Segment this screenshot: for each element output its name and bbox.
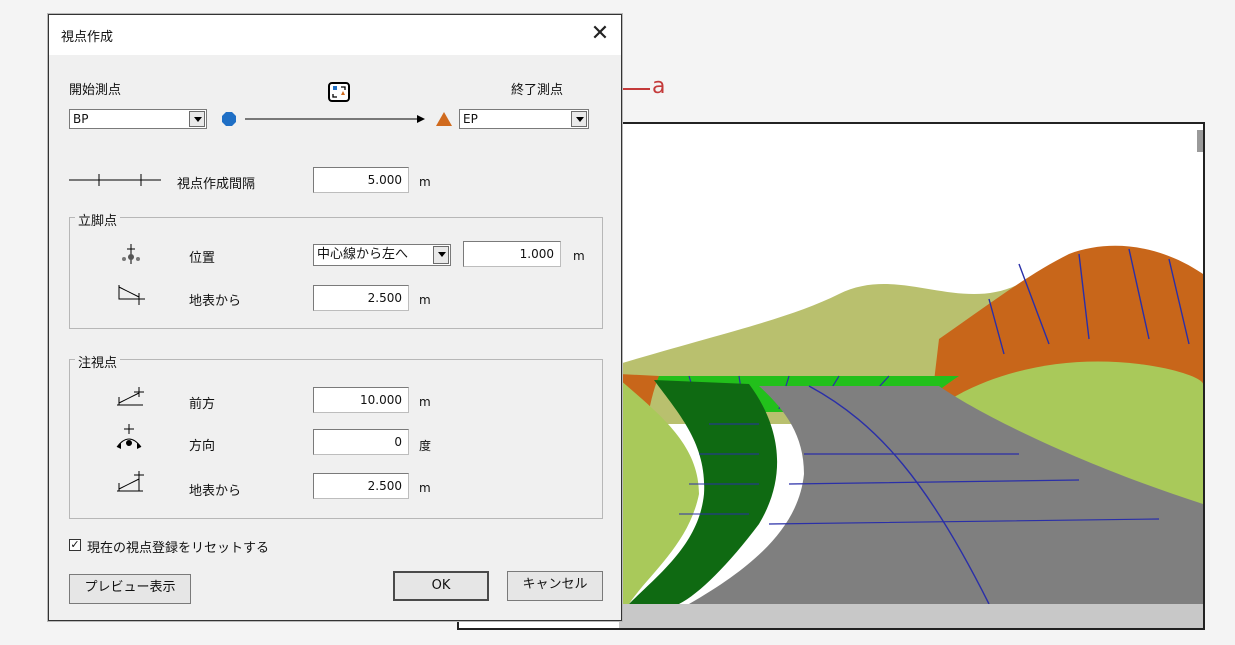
end-marker-icon (435, 111, 453, 127)
interval-label: 視点作成間隔 (177, 177, 256, 192)
viewpoint-dialog: 視点作成 ✕ 開始測点 終了測点 BP EP 視点作成間隔 5.000 m 立脚 (48, 14, 622, 621)
dialog-title: 視点作成 (61, 30, 114, 45)
gaze-height-label: 地表から (189, 484, 242, 499)
gaze-height-input[interactable]: 2.500 (313, 473, 409, 499)
swap-icon[interactable] (328, 82, 350, 102)
direction-input[interactable]: 0 (313, 429, 409, 455)
chevron-down-icon[interactable] (189, 111, 205, 127)
gaze-height-icon (115, 469, 145, 495)
interval-input[interactable]: 5.000 (313, 167, 409, 193)
forward-label: 前方 (189, 397, 216, 412)
direction-unit: 度 (419, 439, 432, 453)
position-label: 位置 (189, 251, 216, 266)
end-station-label: 終了測点 (511, 83, 564, 98)
reset-checkbox[interactable]: ✓ (69, 539, 81, 551)
cancel-button[interactable]: キャンセル (507, 571, 603, 601)
standing-point-group (69, 217, 603, 329)
gaze-direction-icon (115, 423, 143, 451)
position-unit: m (573, 249, 585, 263)
close-button[interactable]: ✕ (583, 19, 617, 51)
preview-button[interactable]: プレビュー表示 (69, 574, 191, 604)
standing-height-unit: m (419, 293, 431, 307)
ok-button[interactable]: OK (393, 571, 489, 601)
interval-icon (69, 173, 161, 187)
standing-height-icon (117, 283, 147, 305)
start-station-value: BP (73, 112, 89, 126)
standing-position-icon (121, 243, 141, 265)
annotation-label: a (652, 74, 666, 99)
direction-label: 方向 (189, 439, 216, 454)
position-select[interactable]: 中心線から左へ (313, 244, 451, 266)
arrow-right-icon (245, 114, 425, 124)
position-option: 中心線から左へ (317, 247, 409, 262)
standing-point-title: 立脚点 (75, 210, 121, 229)
chevron-down-icon[interactable] (433, 246, 449, 264)
forward-unit: m (419, 395, 431, 409)
start-station-label: 開始測点 (69, 83, 122, 98)
title-bar: 視点作成 ✕ (49, 15, 621, 55)
start-station-select[interactable]: BP (69, 109, 207, 129)
gaze-point-title: 注視点 (75, 352, 121, 371)
chevron-down-icon[interactable] (571, 111, 587, 127)
standing-height-input[interactable]: 2.500 (313, 285, 409, 311)
end-station-value: EP (463, 112, 478, 126)
interval-unit: m (419, 175, 431, 189)
end-station-select[interactable]: EP (459, 109, 589, 129)
position-offset-input[interactable]: 1.000 (463, 241, 561, 267)
start-marker-icon (221, 111, 237, 127)
forward-input[interactable]: 10.000 (313, 387, 409, 413)
gaze-height-unit: m (419, 481, 431, 495)
gaze-forward-icon (115, 385, 145, 409)
standing-height-label: 地表から (189, 294, 242, 309)
reset-checkbox-label[interactable]: 現在の視点登録をリセットする (87, 537, 269, 556)
